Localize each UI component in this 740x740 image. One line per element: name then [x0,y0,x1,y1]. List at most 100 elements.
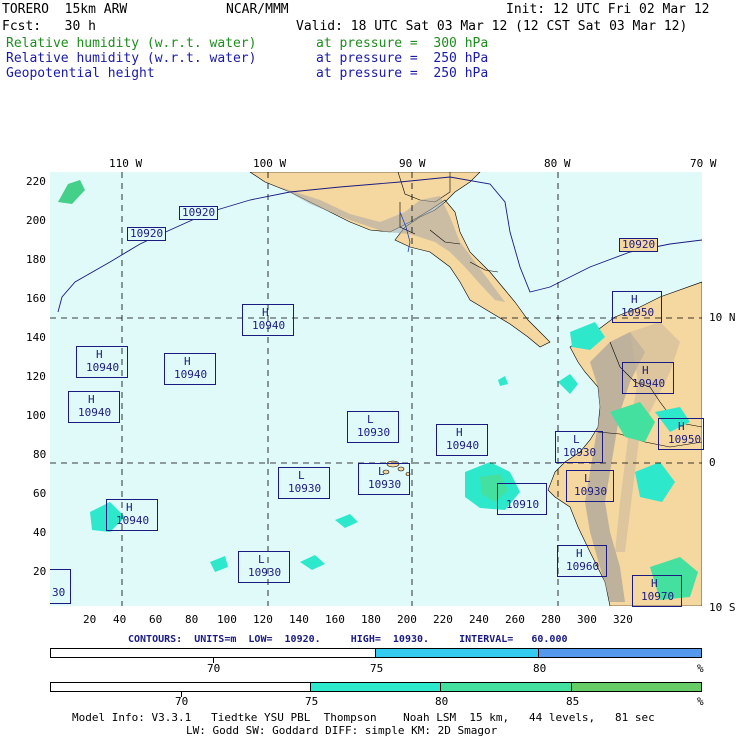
grid-y-20: 20 [33,565,47,578]
center-value: 10960 [566,560,600,573]
center-type: L [258,553,265,566]
lon-label-110w: 110 W [109,157,143,170]
grid-x-160: 160 [325,613,345,626]
center-value: 10910 [506,498,540,511]
center-value: 10950 [621,306,655,319]
center-h-10950-b: H 10950 [658,418,704,450]
center-h-10940-f: H 10940 [106,499,158,531]
grid-y-100: 100 [26,409,46,422]
center-type: H [262,306,269,319]
grid-x-20: 20 [83,613,97,626]
center-h-10940-d: H 10940 [68,391,120,423]
contour-info: CONTOURS: UNITS=m LOW= 10920. HIGH= 1093… [128,634,568,645]
center-value: 10940 [446,439,480,452]
center-type: L [573,433,580,446]
valid-time: Valid: 18 UTC Sat 03 Mar 12 (12 CST Sat … [296,19,688,34]
center-value: 10930 [288,482,322,495]
center-type: L [367,413,374,426]
cbar-300-seg-75-80 [309,683,441,691]
model-info-line2: LW: Godd SW: Goddard DIFF: simple KM: 2D… [186,724,498,737]
grid-x-220: 220 [433,613,453,626]
grid-x-120: 120 [253,613,273,626]
center-value: 10940 [116,514,150,527]
contour-label-2: 10920 [127,227,167,241]
grid-x-60: 60 [149,613,163,626]
grid-y-160: 160 [26,292,46,305]
cbar-300-label-pct: % [697,695,704,708]
field-2-level: at pressure = 250 hPa [316,51,489,66]
center-value: 10970 [641,590,675,603]
center-h-10940-g: H 10940 [622,362,674,394]
grid-y-60: 60 [33,487,47,500]
field-3-name: Geopotential height [6,66,155,81]
center-value: 10930 [357,426,391,439]
center-type: H [678,420,685,433]
grid-y-200: 200 [26,214,46,227]
cbar-300-label-75: 75 [305,695,319,708]
center-10910: 10910 [497,483,547,515]
center-type: L [378,465,385,478]
colorbar-250hpa [50,648,702,658]
lon-label-80w: 80 W [544,157,571,170]
center-type: H [631,293,638,306]
grid-x-240: 240 [469,613,489,626]
center-value: 10940 [174,368,208,381]
cbar-250-seg-75-80 [375,649,538,657]
cbar-250-label-80: 80 [533,662,547,675]
center-type: H [126,501,133,514]
cbar-300-seg-below-75 [51,683,310,691]
center-value: 10950 [668,433,702,446]
lon-label-70w: 70 W [690,157,717,170]
grid-x-200: 200 [397,613,417,626]
grid-x-100: 100 [217,613,237,626]
center-type: H [96,348,103,361]
colorbar-300hpa [50,682,702,692]
center-type: H [651,577,658,590]
cbar-300-seg-80-85 [440,683,571,691]
center-h-10960: H 10960 [557,545,607,577]
model-info-line1: Model Info: V3.3.1 Tiedtke YSU PBL Thomp… [72,711,655,724]
center-value: 30 [52,586,66,599]
cbar-300-label-80: 80 [435,695,449,708]
grid-y-80: 80 [33,448,47,461]
contour-label-3: 10920 [619,238,659,252]
lat-label-10s: 10 S [709,601,736,614]
center-type: H [576,547,583,560]
cbar-250-seg-above-80 [538,649,701,657]
cbar-250-label-pct: % [697,662,704,675]
grid-y-220: 220 [26,175,46,188]
center-type: H [642,364,649,377]
contour-label-1: 10920 [179,206,219,220]
center-value: 10940 [86,361,120,374]
grid-x-320: 320 [613,613,633,626]
cbar-250-label-75: 75 [370,662,384,675]
center-l-10930-d: L 10930 [238,551,290,583]
center-value: 10940 [252,319,286,332]
field-1-level: at pressure = 300 hPa [316,36,489,51]
center-h-10970: H 10970 [632,575,682,607]
grid-y-180: 180 [26,253,46,266]
grid-y-40: 40 [33,526,47,539]
lat-label-10n: 10 N [709,311,736,324]
center-h-10940-e: H 10940 [436,424,488,456]
init-time: Init: 12 UTC Fri 02 Mar 12 [506,2,710,17]
center-type: H [456,426,463,439]
field-3-level: at pressure = 250 hPa [316,66,489,81]
grid-y-140: 140 [26,331,46,344]
grid-x-280: 280 [541,613,561,626]
grid-x-260: 260 [505,613,525,626]
center-l-10930-b: L 10930 [278,467,330,499]
lon-label-90w: 90 W [399,157,426,170]
center-h-10950-a: H 10950 [612,291,662,323]
center-l-10930-c: L 10930 [358,463,410,495]
center-edge-30: 30 [50,569,71,604]
grid-x-140: 140 [289,613,309,626]
center-value: 10930 [563,446,597,459]
grid-x-300: 300 [577,613,597,626]
cbar-300-seg-above-85 [570,683,702,691]
field-2-name: Relative humidity (w.r.t. water) [6,51,257,66]
center-type: L [298,469,305,482]
center-l-10930-f: L 10930 [566,470,614,502]
center-type: H [184,355,191,368]
center-l-10930-e: L 10930 [555,431,603,463]
